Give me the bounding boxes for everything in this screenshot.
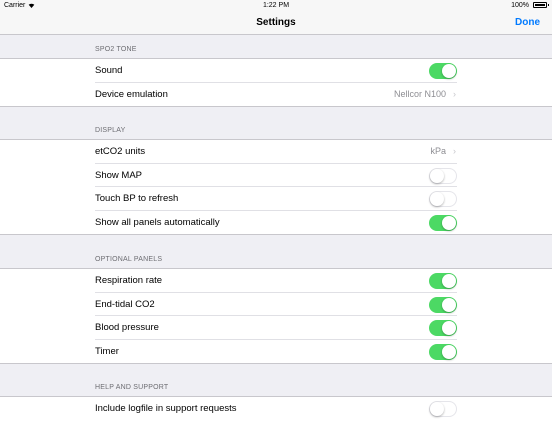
show-map-toggle[interactable] bbox=[429, 167, 457, 184]
row-label: Show all panels automatically bbox=[95, 216, 220, 228]
show-all-panels-toggle[interactable] bbox=[429, 214, 457, 231]
row-timer[interactable]: Timer bbox=[0, 340, 552, 364]
group-display: etCO2 units kPa › Show MAP Touch BP to r… bbox=[0, 139, 552, 235]
row-label: Device emulation bbox=[95, 88, 168, 100]
section-header-help-and-support: HELP AND SUPPORT bbox=[95, 384, 169, 391]
row-label: Timer bbox=[95, 345, 119, 357]
row-sound[interactable]: Sound bbox=[0, 59, 552, 83]
row-label: Touch BP to refresh bbox=[95, 193, 179, 204]
row-label: End-tidal CO2 bbox=[95, 298, 155, 310]
page-title: Settings bbox=[256, 17, 296, 28]
status-time: 1:22 PM bbox=[262, 2, 290, 9]
navigation-bar: Settings Done bbox=[0, 11, 552, 35]
blood-pressure-toggle[interactable] bbox=[429, 320, 457, 336]
section-header-display: DISPLAY bbox=[95, 127, 126, 134]
section-header-spo2-tone: SPO2 TONE bbox=[95, 46, 137, 53]
row-label: Include logfile in support requests bbox=[95, 403, 237, 414]
chevron-right-icon: › bbox=[453, 146, 456, 156]
row-value: kPa bbox=[430, 146, 446, 156]
touch-bp-toggle[interactable] bbox=[429, 191, 457, 207]
row-label: Sound bbox=[95, 65, 123, 76]
battery-percentage: 100% bbox=[511, 2, 529, 9]
row-touch-bp-to-refresh[interactable]: Touch BP to refresh bbox=[0, 187, 552, 211]
timer-toggle[interactable] bbox=[429, 343, 457, 360]
row-label: Show MAP bbox=[95, 169, 142, 181]
group-optional-panels: Respiration rate End-tidal CO2 Blood pre… bbox=[0, 268, 552, 364]
group-help-and-support: Include logfile in support requests bbox=[0, 396, 552, 421]
row-value: Nellcor N100 bbox=[393, 88, 446, 99]
row-respiration-rate[interactable]: Respiration rate bbox=[0, 269, 552, 293]
row-etco2-units[interactable]: etCO2 units kPa › bbox=[0, 140, 552, 164]
row-label: etCO2 units bbox=[95, 146, 146, 157]
group-spo2-tone: Sound Device emulation Nellcor N100 › bbox=[0, 58, 552, 107]
row-show-all-panels[interactable]: Show all panels automatically bbox=[0, 211, 552, 235]
status-bar: Carrier 1:22 PM 100% bbox=[0, 0, 552, 11]
row-device-emulation[interactable]: Device emulation Nellcor N100 › bbox=[0, 83, 552, 107]
end-tidal-co2-toggle[interactable] bbox=[429, 296, 457, 313]
include-logfile-toggle[interactable] bbox=[429, 401, 457, 417]
row-label: Blood pressure bbox=[95, 322, 159, 333]
row-include-logfile[interactable]: Include logfile in support requests bbox=[0, 397, 552, 421]
row-show-map[interactable]: Show MAP bbox=[0, 164, 552, 187]
chevron-right-icon: › bbox=[453, 88, 456, 99]
sound-toggle[interactable] bbox=[429, 63, 457, 79]
row-end-tidal-co2[interactable]: End-tidal CO2 bbox=[0, 293, 552, 316]
row-blood-pressure[interactable]: Blood pressure bbox=[0, 316, 552, 340]
row-label: Respiration rate bbox=[95, 275, 163, 286]
battery-icon bbox=[533, 2, 549, 8]
done-button[interactable]: Done bbox=[515, 17, 540, 28]
respiration-rate-toggle[interactable] bbox=[429, 273, 457, 289]
section-header-optional-panels: OPTIONAL PANELS bbox=[95, 256, 163, 263]
